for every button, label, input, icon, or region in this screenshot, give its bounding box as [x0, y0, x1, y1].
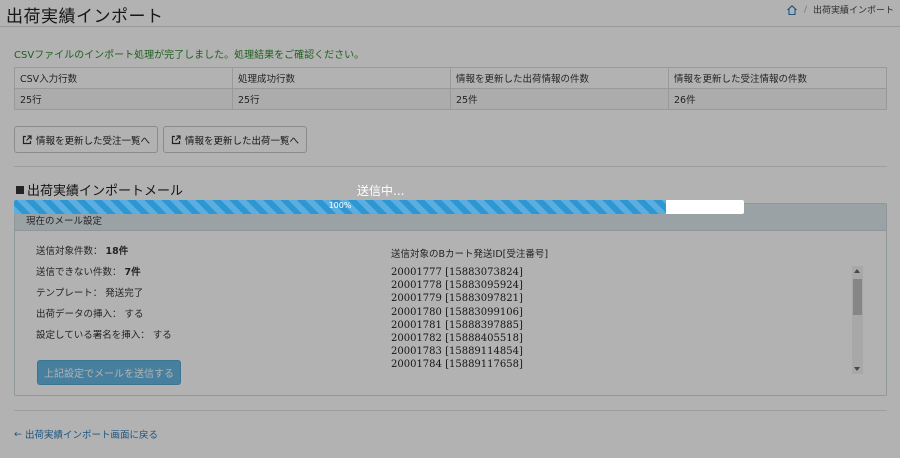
progress-label: 100% — [328, 201, 352, 210]
sending-status-text: 送信中... — [357, 184, 405, 198]
progress-bar: 100% — [14, 200, 744, 214]
page: 出荷実績インポート / 出荷実績インポート CSVファイルのインポート処理が完了… — [0, 0, 900, 458]
modal-overlay — [0, 0, 900, 458]
